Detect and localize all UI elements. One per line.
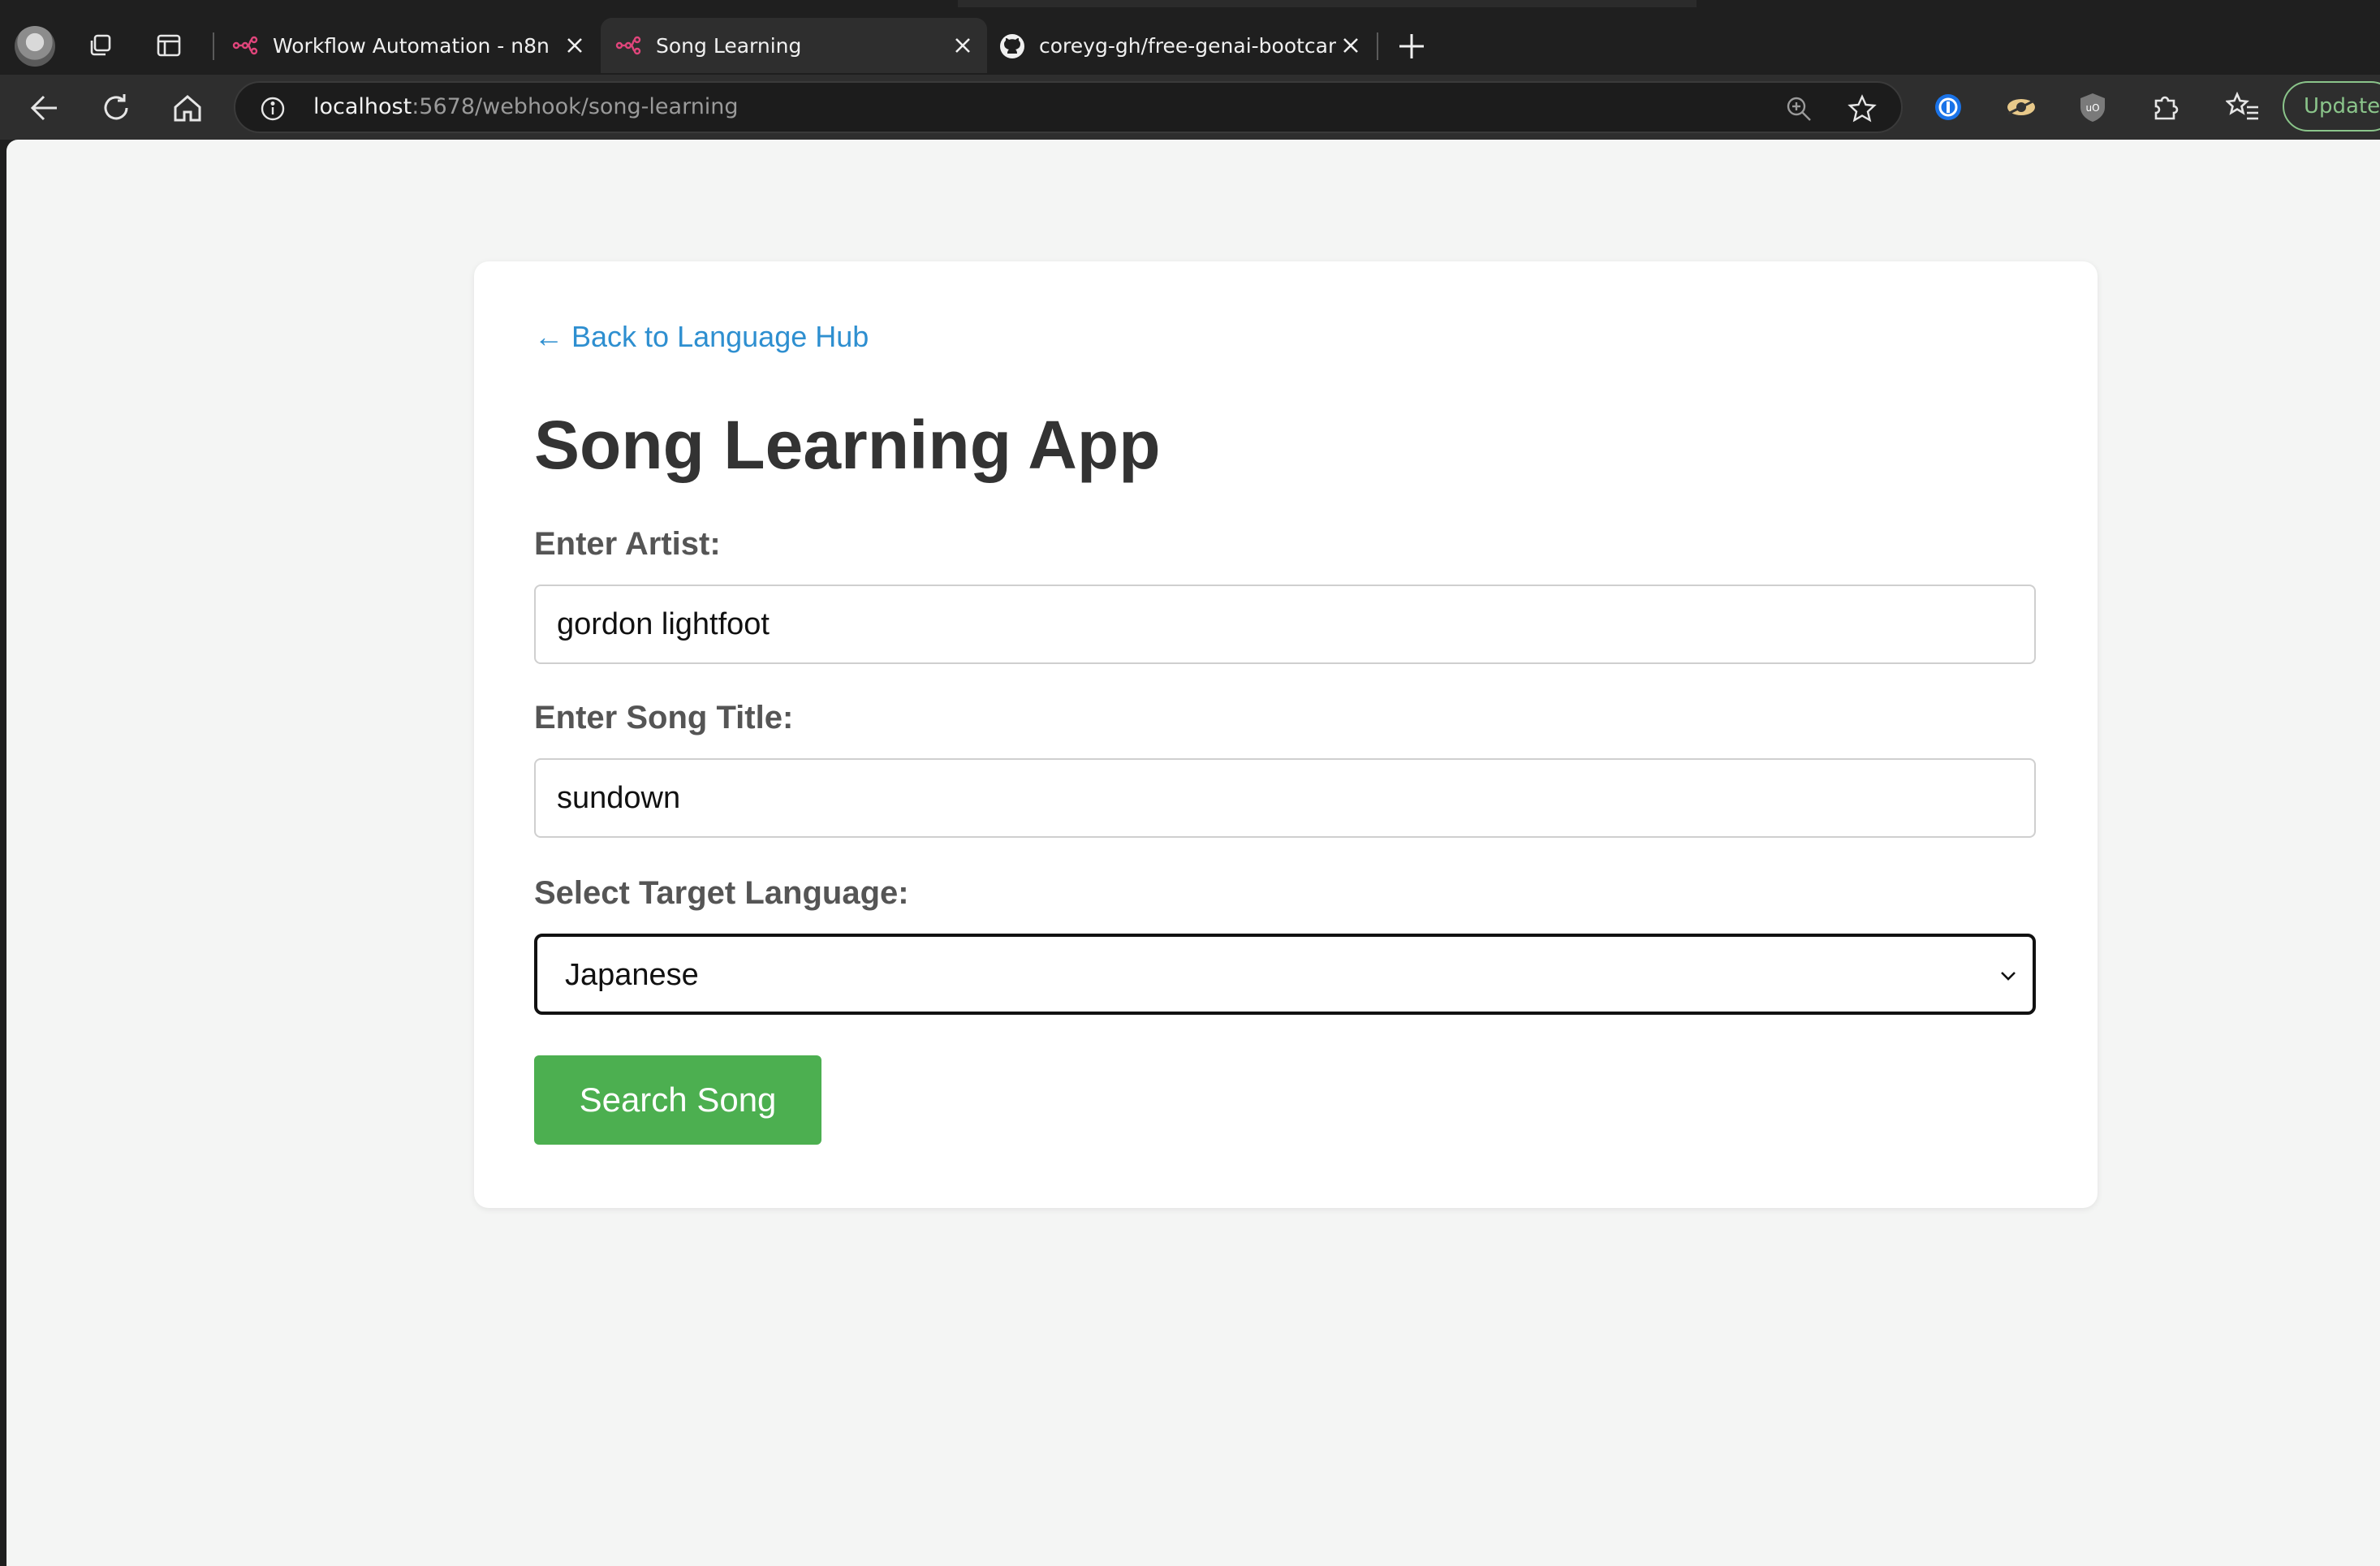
home-icon[interactable]: [169, 89, 206, 127]
tab-label: Workflow Automation - n8n: [273, 33, 550, 58]
target-language-select[interactable]: Japanese: [534, 934, 2036, 1015]
tab-strip-top-line: [958, 0, 1697, 7]
artist-input[interactable]: [534, 585, 2036, 664]
n8n-favicon-icon: [615, 32, 641, 58]
svg-text:uO: uO: [2085, 102, 2099, 114]
song-form-card: ← Back to Language Hub Song Learning App…: [474, 261, 2098, 1208]
tab-strip: Workflow Automation - n8n Song Learning …: [0, 0, 2380, 81]
tab-separator: [1377, 32, 1378, 60]
zoom-icon[interactable]: [1784, 94, 1813, 123]
tab-song-learning[interactable]: Song Learning: [601, 18, 987, 73]
close-tab-icon[interactable]: [560, 31, 589, 60]
browser-toolbar: localhost:5678/webhook/song-learning uO …: [0, 75, 2380, 140]
song-title-input[interactable]: [534, 758, 2036, 838]
n8n-favicon-icon: [232, 32, 258, 58]
workspaces-icon[interactable]: [84, 29, 117, 62]
tab-label: coreyg-gh/free-genai-bootcamp-: [1039, 33, 1336, 58]
page-viewport: ← Back to Language Hub Song Learning App…: [6, 140, 2380, 1566]
back-to-hub-link[interactable]: ← Back to Language Hub: [534, 320, 869, 354]
url-path: :5678/webhook/song-learning: [412, 94, 739, 119]
song-title-label: Enter Song Title:: [534, 700, 794, 736]
chevron-down-icon: [1995, 963, 2021, 989]
extensions-puzzle-icon[interactable]: [2148, 89, 2184, 125]
ublock-shield-icon[interactable]: uO: [2075, 89, 2111, 125]
search-song-button[interactable]: Search Song: [534, 1055, 821, 1145]
tab-github-repo[interactable]: coreyg-gh/free-genai-bootcamp-: [989, 18, 1375, 73]
tab-separator: [213, 32, 214, 60]
back-arrow-icon[interactable]: [26, 89, 63, 127]
site-info-icon[interactable]: [260, 96, 286, 122]
target-language-label: Select Target Language:: [534, 875, 909, 911]
selected-language: Japanese: [565, 958, 699, 992]
reload-icon[interactable]: [97, 89, 135, 127]
close-tab-icon[interactable]: [1336, 31, 1365, 60]
profile-avatar[interactable]: [15, 26, 55, 67]
close-tab-icon[interactable]: [948, 31, 977, 60]
update-button[interactable]: Update: [2283, 81, 2380, 132]
page-title: Song Learning App: [534, 407, 1161, 483]
artist-label: Enter Artist:: [534, 526, 721, 562]
favorite-star-icon[interactable]: [1848, 94, 1877, 123]
password-manager-icon[interactable]: [1930, 89, 1966, 125]
new-tab-icon[interactable]: [1395, 29, 1429, 63]
address-bar[interactable]: localhost:5678/webhook/song-learning: [234, 81, 1903, 133]
tab-workflow-automation[interactable]: Workflow Automation - n8n: [218, 18, 599, 73]
favorites-list-icon[interactable]: [2225, 89, 2261, 125]
github-favicon-icon: [998, 32, 1024, 58]
vertical-tabs-icon[interactable]: [153, 29, 185, 62]
tab-label: Song Learning: [656, 33, 802, 58]
extension-eye-icon[interactable]: [2003, 89, 2039, 125]
url-host: localhost: [313, 94, 412, 119]
url-text[interactable]: localhost:5678/webhook/song-learning: [313, 94, 739, 119]
